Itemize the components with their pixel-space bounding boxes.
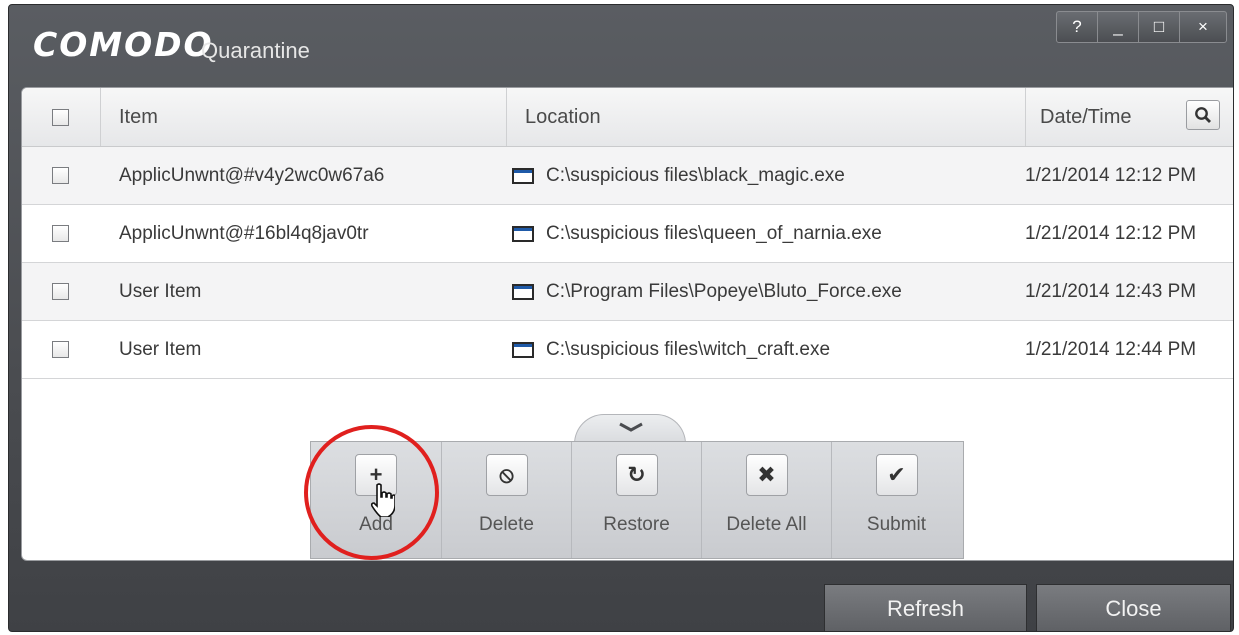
row-checkbox[interactable] — [52, 283, 69, 300]
row-checkbox-cell — [52, 205, 69, 262]
row-checkbox-cell — [52, 321, 69, 378]
title-bar: COMODO Quarantine ? _ □ × — [9, 5, 1233, 85]
help-button[interactable]: ? — [1056, 11, 1098, 43]
delete-button[interactable]: ⦸ Delete — [441, 442, 571, 558]
item-name: User Item — [119, 280, 202, 302]
column-header-location[interactable]: Location — [506, 88, 1026, 146]
table-row[interactable]: User Item C:\Program Files\Popeye\Bluto_F… — [22, 263, 1233, 321]
location-path: C:\Program Files\Popeye\Bluto_Force.exe — [546, 280, 902, 302]
submit-label: Submit — [866, 514, 927, 535]
search-icon — [1195, 107, 1211, 123]
table-row[interactable]: User Item C:\suspicious files\witch_craft… — [22, 321, 1233, 379]
location-path: C:\suspicious files\queen_of_narnia.exe — [546, 222, 882, 244]
table-header: Item Location Date/Time — [22, 88, 1233, 147]
executable-file-icon — [512, 283, 534, 300]
delete-all-button[interactable]: ✖ Delete All — [701, 442, 831, 558]
location-cell: C:\suspicious files\witch_craft.exe — [512, 321, 830, 378]
executable-file-icon — [512, 225, 534, 242]
window-controls: ? _ □ × — [1056, 11, 1227, 43]
row-checkbox[interactable] — [52, 225, 69, 242]
executable-file-icon — [512, 167, 534, 184]
delete-label: Delete — [479, 514, 534, 535]
restore-icon: ↻ — [615, 454, 658, 496]
submit-button[interactable]: ✔ Submit — [831, 442, 961, 558]
hand-cursor-icon — [369, 483, 396, 522]
item-name: ApplicUnwnt@#16bl4q8jav0tr — [119, 222, 369, 244]
item-name: User Item — [119, 338, 202, 360]
table-row[interactable]: ApplicUnwnt@#v4y2wc0w67a6 C:\suspicious f… — [22, 147, 1233, 205]
window-title: Quarantine — [201, 38, 310, 63]
restore-label: Restore — [603, 514, 670, 535]
delete-all-icon: ✖ — [745, 454, 788, 496]
restore-button[interactable]: ↻ Restore — [571, 442, 701, 558]
close-window-button[interactable]: × — [1179, 11, 1227, 43]
date-time: 1/21/2014 12:12 PM — [1025, 222, 1197, 244]
date-time: 1/21/2014 12:44 PM — [1025, 338, 1197, 360]
location-path: C:\suspicious files\black_magic.exe — [546, 164, 845, 186]
row-checkbox-cell — [52, 263, 69, 320]
column-header-item[interactable]: Item — [100, 88, 506, 146]
minimize-button[interactable]: _ — [1097, 11, 1139, 43]
location-cell: C:\Program Files\Popeye\Bluto_Force.exe — [512, 263, 902, 320]
toolbar-collapse-tab[interactable] — [574, 414, 686, 444]
delete-all-label: Delete All — [726, 514, 807, 535]
delete-icon: ⦸ — [485, 454, 528, 496]
executable-file-icon — [512, 341, 534, 358]
location-path: C:\suspicious files\witch_craft.exe — [546, 338, 831, 360]
close-button[interactable]: Close — [1036, 584, 1231, 631]
maximize-button[interactable]: □ — [1138, 11, 1180, 43]
search-button[interactable] — [1186, 100, 1220, 130]
refresh-button[interactable]: Refresh — [824, 584, 1027, 631]
brand-logo: COMODO — [33, 25, 214, 64]
row-checkbox[interactable] — [52, 341, 69, 358]
location-cell: C:\suspicious files\black_magic.exe — [512, 147, 845, 204]
date-time: 1/21/2014 12:12 PM — [1025, 164, 1197, 186]
table-row[interactable]: ApplicUnwnt@#16bl4q8jav0tr C:\suspicious … — [22, 205, 1233, 263]
select-all-checkbox[interactable] — [52, 108, 69, 126]
submit-icon: ✔ — [875, 454, 918, 496]
quarantine-window: COMODO Quarantine ? _ □ × Item Location … — [8, 4, 1234, 632]
item-name: ApplicUnwnt@#v4y2wc0w67a6 — [119, 164, 385, 186]
date-time: 1/21/2014 12:43 PM — [1025, 280, 1197, 302]
row-checkbox-cell — [52, 147, 69, 204]
location-cell: C:\suspicious files\queen_of_narnia.exe — [512, 205, 882, 262]
row-checkbox[interactable] — [52, 167, 69, 184]
